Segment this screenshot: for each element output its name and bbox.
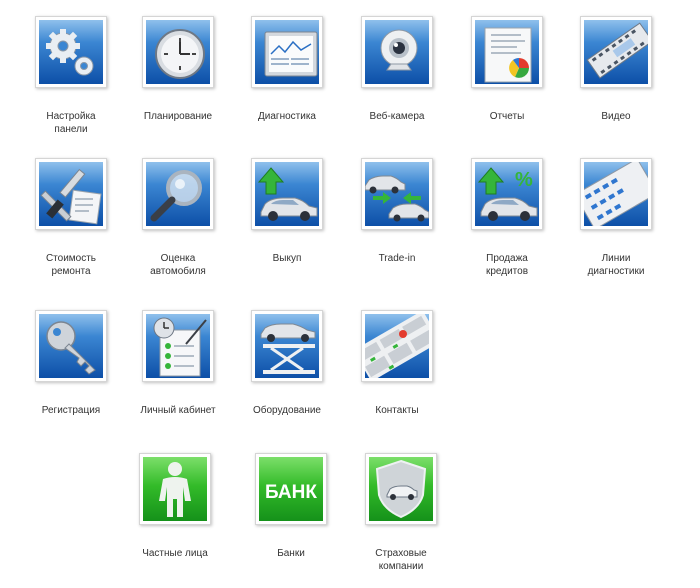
tile-video[interactable]: Видео (561, 16, 671, 123)
car-exchange-icon (365, 175, 429, 222)
tile-diagnostic-lines[interactable]: Линии диагностики (561, 158, 671, 278)
tile-label: Банки (277, 548, 305, 559)
car-lift-icon (260, 323, 316, 374)
shield-car-icon (375, 459, 427, 519)
tools-icon (40, 168, 102, 225)
tile-car-appraisal[interactable]: Оценка автомобиля (123, 158, 233, 278)
tile-label: Страховые компании (375, 548, 427, 572)
tile-personal-account[interactable]: Личный кабинет (123, 310, 233, 417)
film-strip-icon (586, 22, 648, 79)
tile-webcam[interactable]: Веб-камера (342, 16, 452, 123)
tile-planning[interactable]: Планирование (123, 16, 233, 123)
tile-insurance-companies[interactable]: Страховые компании (346, 453, 456, 573)
monitor-chart-icon (264, 31, 318, 77)
tile-repair-cost[interactable]: Стоимость ремонта (16, 158, 126, 278)
tile-label: Планирование (143, 111, 213, 122)
tile-registration[interactable]: Регистрация (16, 310, 126, 417)
person-icon (159, 462, 191, 517)
tile-label: Частные лица (142, 548, 208, 559)
webcam-icon (380, 29, 418, 71)
tile-label: Видео (601, 111, 631, 122)
tile-banks[interactable]: БАНК Банки (236, 453, 346, 560)
clipboard-checklist-icon (153, 317, 207, 377)
tile-label: Оборудование (252, 405, 321, 416)
tile-label: Стоимость ремонта (45, 253, 97, 277)
tile-label: Выкуп (272, 253, 302, 264)
tile-label: Диагностика (258, 111, 316, 122)
svg-text:%: % (515, 169, 533, 191)
tile-label: Настройка панели (46, 111, 96, 135)
car-credit-icon: % (477, 167, 538, 221)
key-icon (46, 321, 96, 375)
diagnostic-lines-icon (584, 162, 648, 226)
tile-label: Оценка автомобиля (150, 253, 206, 277)
tile-label: Trade-in (378, 253, 416, 264)
report-icon (484, 27, 532, 83)
tile-reports[interactable]: Отчеты (452, 16, 562, 123)
tile-contacts[interactable]: Контакты (342, 310, 452, 417)
tile-label: Регистрация (41, 405, 101, 416)
clock-icon (155, 29, 205, 79)
tile-label: Личный кабинет (140, 405, 216, 416)
tile-equipment[interactable]: Оборудование (232, 310, 342, 417)
tile-individuals[interactable]: Частные лица (120, 453, 230, 560)
tile-panel-settings[interactable]: Настройка панели (16, 16, 126, 136)
tile-label: Веб-камера (369, 111, 425, 122)
tile-credit-sales[interactable]: % Продажа кредитов (452, 158, 562, 278)
magnifier-icon (150, 170, 202, 222)
bank-icon: БАНК (265, 482, 317, 503)
bank-logo-text: БАНК (265, 482, 317, 503)
gears-icon (46, 29, 94, 76)
tile-label: Отчеты (489, 111, 525, 122)
map-icon (365, 314, 429, 378)
tile-trade-in[interactable]: Trade-in (342, 158, 452, 265)
tile-buyback[interactable]: Выкуп (232, 158, 342, 265)
tile-diagnostics[interactable]: Диагностика (232, 16, 342, 123)
tile-label: Продажа кредитов (485, 253, 529, 277)
tile-label: Контакты (375, 405, 419, 416)
tile-label: Линии диагностики (587, 253, 645, 277)
car-buyback-icon (257, 167, 318, 221)
